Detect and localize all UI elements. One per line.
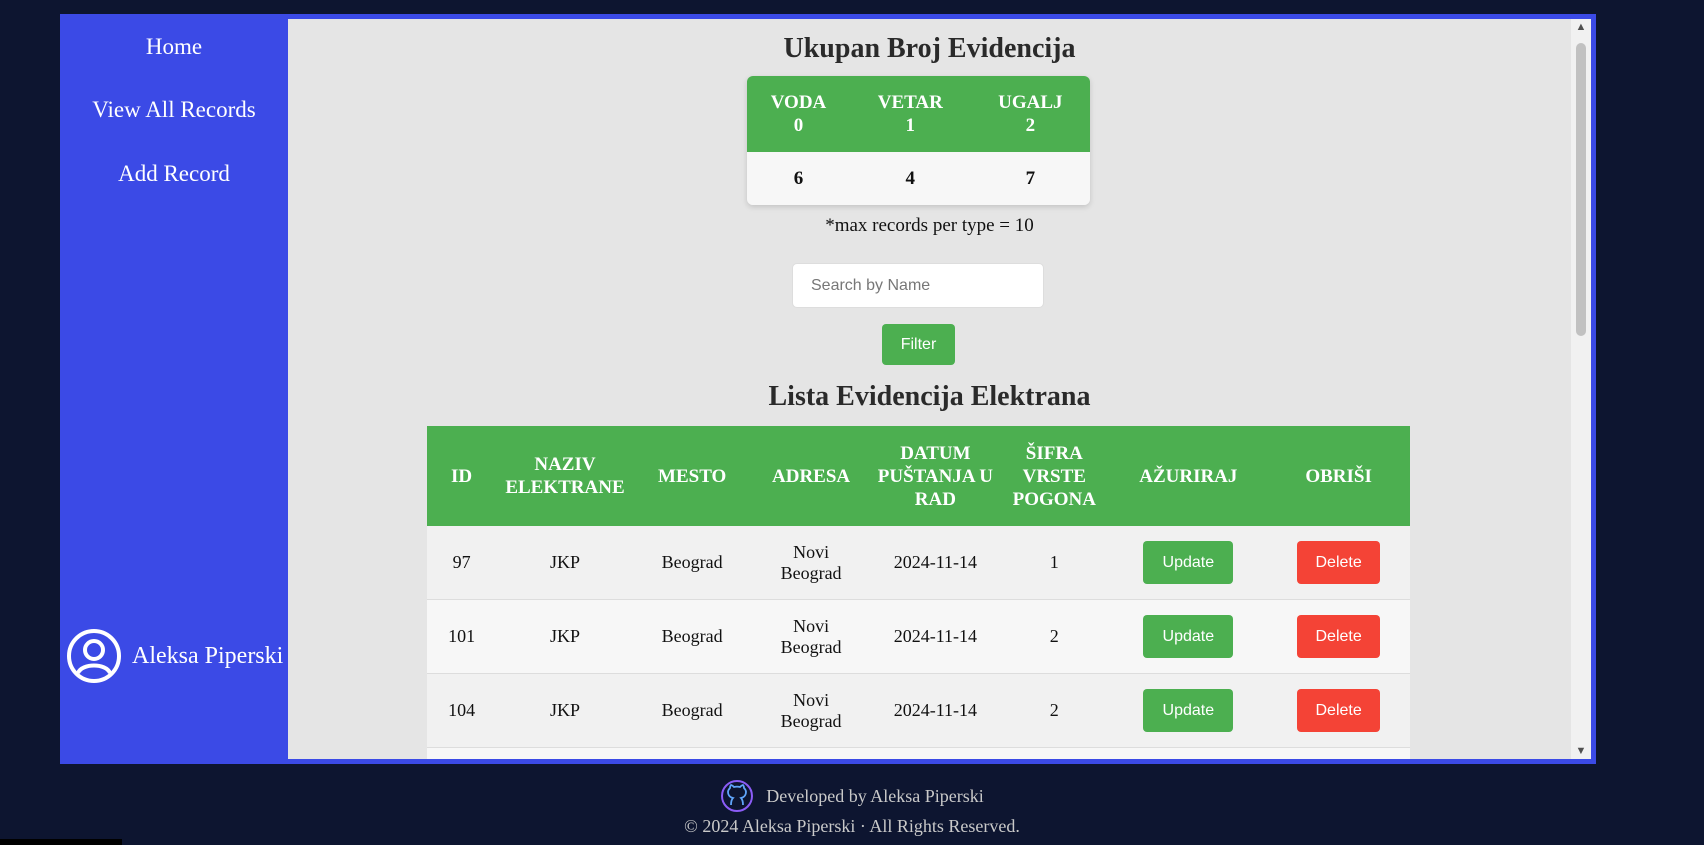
user-name: Aleksa Piperski <box>132 642 284 669</box>
summary-header-code: 2 <box>1025 115 1036 136</box>
cell-mesto: Beograd <box>633 673 751 748</box>
cell-mesto: Beograd <box>633 599 751 674</box>
records-title: Lista Evidencija Elektrana <box>768 381 1091 412</box>
cell-sifra: 2 <box>999 673 1110 748</box>
update-button[interactable]: Update <box>1143 615 1234 658</box>
summary-header-name: UGALJ <box>998 92 1063 113</box>
table-row <box>427 747 1410 759</box>
summary-header-ugalj: UGALJ 2 <box>970 76 1090 152</box>
app-window: Home View All Records Add Record Aleksa … <box>60 14 1596 764</box>
cell-naziv: JKP <box>496 526 634 600</box>
footer-developed-by: Developed by Aleksa Piperski <box>0 779 1704 813</box>
records-table: ID NAZIV ELEKTRANE MESTO ADRESA DATUM PU… <box>427 426 1410 759</box>
summary-count-voda: 6 <box>747 152 850 205</box>
cell-adresa: Novi Beograd <box>750 526 872 600</box>
cell-id: 104 <box>427 673 497 748</box>
developed-by-text: Developed by Aleksa Piperski <box>766 785 984 806</box>
sidebar: Home View All Records Add Record Aleksa … <box>60 14 288 764</box>
table-row: 97 JKP Beograd Novi Beograd 2024-11-14 1… <box>427 526 1410 600</box>
cell-update: Update <box>1109 526 1268 600</box>
col-naziv-elektrane: NAZIV ELEKTRANE <box>496 426 634 526</box>
col-datum: DATUM PUŠTANJA U RAD <box>871 426 1000 526</box>
delete-button[interactable]: Delete <box>1297 615 1381 658</box>
partial-row <box>427 747 1410 759</box>
scroll-thumb[interactable] <box>1576 43 1586 336</box>
table-row: 101 JKP Beograd Novi Beograd 2024-11-14 … <box>427 599 1410 674</box>
nav-home[interactable]: Home <box>60 34 288 60</box>
cell-datum: 2024-11-14 <box>871 526 1000 600</box>
main-content: Ukupan Broj Evidencija VODA 0 VETAR 1 UG… <box>288 19 1591 759</box>
github-icon[interactable] <box>720 779 754 813</box>
filter-button[interactable]: Filter <box>882 324 955 365</box>
col-adresa: ADRESA <box>750 426 872 526</box>
update-button[interactable]: Update <box>1143 541 1234 584</box>
delete-button[interactable]: Delete <box>1297 541 1381 584</box>
summary-header-name: VODA <box>770 92 827 113</box>
summary-table: VODA 0 VETAR 1 UGALJ 2 6 4 7 <box>747 76 1090 205</box>
scrollbar[interactable]: ▲ ▼ <box>1571 19 1591 759</box>
max-records-note: *max records per type = 10 <box>825 215 1034 236</box>
cell-naziv: JKP <box>496 673 634 748</box>
col-mesto: MESTO <box>633 426 751 526</box>
cell-adresa-text: Novi Beograd <box>780 615 842 657</box>
table-row: 104 JKP Beograd Novi Beograd 2024-11-14 … <box>427 673 1410 748</box>
summary-header-name: VETAR <box>877 92 943 113</box>
delete-button[interactable]: Delete <box>1297 689 1381 732</box>
summary-header-voda: VODA 0 <box>747 76 850 152</box>
col-obrisi: OBRIŠI <box>1267 426 1410 526</box>
scroll-down-arrow-icon[interactable]: ▼ <box>1571 745 1591 757</box>
cell-sifra: 1 <box>999 526 1110 600</box>
cell-mesto: Beograd <box>633 526 751 600</box>
cell-datum: 2024-11-14 <box>871 599 1000 674</box>
cell-adresa: Novi Beograd <box>750 599 872 674</box>
nav-add-record[interactable]: Add Record <box>60 161 288 187</box>
summary-count-vetar: 4 <box>849 152 971 205</box>
col-azuriraj: AŽURIRAJ <box>1109 426 1268 526</box>
update-button[interactable]: Update <box>1143 689 1234 732</box>
taskbar-fragment <box>0 839 122 845</box>
cell-delete: Delete <box>1267 526 1410 600</box>
col-id: ID <box>427 426 497 526</box>
cell-sifra: 2 <box>999 599 1110 674</box>
cell-update: Update <box>1109 599 1268 674</box>
cell-update: Update <box>1109 673 1268 748</box>
footer-copyright: © 2024 Aleksa Piperski · All Rights Rese… <box>684 816 1020 836</box>
cell-id: 101 <box>427 599 497 674</box>
records-header-row: ID NAZIV ELEKTRANE MESTO ADRESA DATUM PU… <box>427 426 1410 526</box>
cell-adresa-text: Novi Beograd <box>780 541 842 583</box>
user-circle-icon <box>67 629 121 683</box>
summary-title: Ukupan Broj Evidencija <box>783 33 1076 64</box>
user-profile[interactable]: Aleksa Piperski <box>66 628 283 684</box>
cell-datum: 2024-11-14 <box>871 673 1000 748</box>
cell-delete: Delete <box>1267 673 1410 748</box>
col-sifra: ŠIFRA VRSTE POGONA <box>999 426 1110 526</box>
nav-view-all-records[interactable]: View All Records <box>60 97 288 123</box>
cell-naziv: JKP <box>496 599 634 674</box>
summary-header-vetar: VETAR 1 <box>849 76 971 152</box>
cell-adresa: Novi Beograd <box>750 673 872 748</box>
scroll-up-arrow-icon[interactable]: ▲ <box>1571 21 1591 33</box>
cell-adresa-text: Novi Beograd <box>780 689 842 731</box>
cell-id: 97 <box>427 526 497 600</box>
cell-delete: Delete <box>1267 599 1410 674</box>
search-input[interactable] <box>792 263 1044 308</box>
summary-header-code: 0 <box>793 115 804 136</box>
summary-count-ugalj: 7 <box>970 152 1090 205</box>
summary-header-code: 1 <box>905 115 916 136</box>
